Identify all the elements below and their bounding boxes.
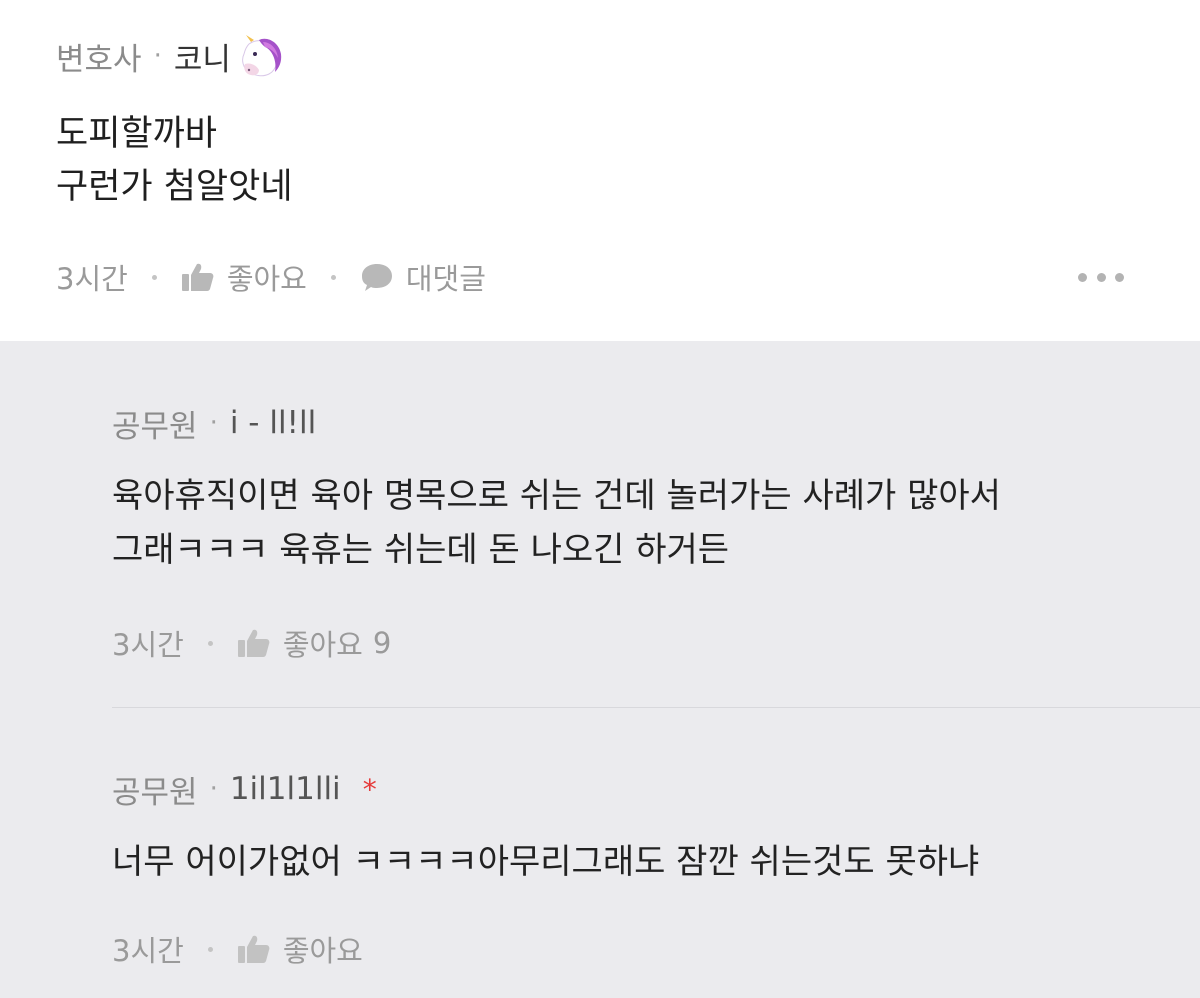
author-nickname[interactable]: 코니 <box>174 34 231 79</box>
author-role: 변호사 <box>56 41 142 78</box>
meta-separator-dot <box>207 946 213 952</box>
more-dot <box>1096 272 1106 282</box>
reply-label: 대댓글 <box>405 262 486 296</box>
reply-time: 3시간 <box>112 628 184 662</box>
author-nickname[interactable]: i - ll!ll <box>230 405 316 441</box>
more-options-icon[interactable] <box>1078 268 1124 286</box>
reply-meta: 3시간 좋아요 9 <box>112 623 391 663</box>
reply-author: 공무원 · i - ll!ll <box>112 401 316 445</box>
unicorn-icon <box>242 35 282 77</box>
meta-separator-dot <box>207 640 213 646</box>
more-dot <box>1078 272 1087 282</box>
reply-body: 육아휴직이면 육아 명목으로 쉬는 건데 놀러가는 사례가 많아서 그래ㅋㅋㅋ … <box>112 469 1001 577</box>
like-count: 9 <box>372 626 392 660</box>
like-button[interactable]: 좋아요 <box>181 256 307 298</box>
comment-meta: 3시간 좋아요 대댓글 <box>56 257 486 297</box>
reply-divider <box>112 707 1200 708</box>
author-role: 공무원 <box>112 774 198 811</box>
thumbs-up-icon <box>237 935 270 963</box>
top-comment: 변호사 · 코니 도피할까바 구런가 첨알앗네 3시간 좋아요 대댓글 <box>0 0 1200 341</box>
reply-meta: 3시간 좋아요 <box>112 929 363 969</box>
author-role: 공무원 <box>112 408 198 445</box>
replies-section: 공무원 · i - ll!ll 육아휴직이면 육아 명목으로 쉬는 건데 놀러가… <box>0 341 1200 998</box>
meta-separator-dot <box>330 274 336 280</box>
author-separator: · <box>209 408 218 438</box>
like-label: 좋아요 <box>226 262 307 296</box>
speech-bubble-icon <box>361 264 392 291</box>
comment-line: 구런가 첨알앗네 <box>56 167 293 207</box>
meta-separator-dot <box>151 274 157 280</box>
reply-line: 육아휴직이면 육아 명목으로 쉬는 건데 놀러가는 사례가 많아서 <box>112 476 1001 516</box>
comment-time: 3시간 <box>56 262 128 296</box>
like-label: 좋아요 <box>282 934 363 968</box>
reply-line: 그래ㅋㅋㅋ 육휴는 쉬는데 돈 나오긴 하거든 <box>112 530 730 570</box>
like-button[interactable]: 좋아요 <box>237 928 363 970</box>
comment-body: 도피할까바 구런가 첨알앗네 <box>56 108 293 214</box>
author-separator: · <box>153 41 162 71</box>
comment-author: 변호사 · 코니 <box>56 34 283 78</box>
thumbs-up-icon <box>181 263 214 291</box>
reply-author: 공무원 · 1il1l1lli * <box>112 767 377 811</box>
reply-time: 3시간 <box>112 934 184 968</box>
reply-button[interactable]: 대댓글 <box>360 256 486 298</box>
like-label: 좋아요 <box>282 628 363 662</box>
author-separator: · <box>209 774 218 804</box>
reply-line: 너무 어이가없어 ㅋㅋㅋㅋ아무리그래도 잠깐 쉬는것도 못하냐 <box>112 842 980 882</box>
author-nickname[interactable]: 1il1l1lli <box>230 771 341 807</box>
comment-line: 도피할까바 <box>56 114 218 154</box>
reply-body: 너무 어이가없어 ㅋㅋㅋㅋ아무리그래도 잠깐 쉬는것도 못하냐 <box>112 835 979 889</box>
author-badge: * <box>362 772 377 806</box>
more-dot <box>1115 272 1124 282</box>
like-button[interactable]: 좋아요 9 <box>237 622 392 664</box>
thumbs-up-icon <box>237 629 270 657</box>
comment-thread: 변호사 · 코니 도피할까바 구런가 첨알앗네 3시간 좋아요 대댓글 공무원 … <box>0 0 1200 998</box>
